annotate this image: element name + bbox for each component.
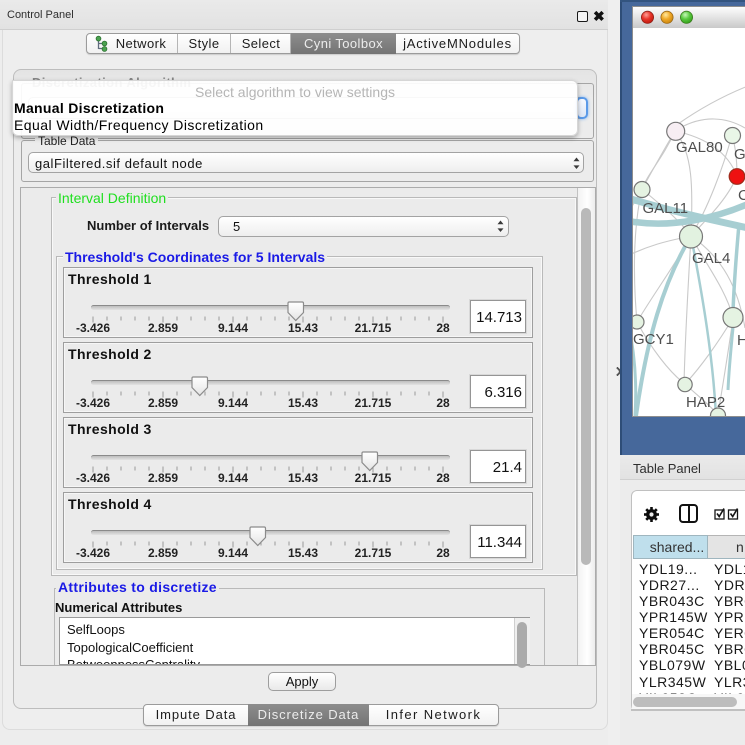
svg-text:H: H: [737, 332, 745, 349]
svg-text:GAL11: GAL11: [643, 200, 689, 217]
svg-text:GAL4: GAL4: [692, 250, 730, 267]
svg-text:C: C: [738, 187, 745, 204]
svg-text:GAL80: GAL80: [676, 139, 723, 156]
svg-text:GCY1: GCY1: [633, 331, 674, 348]
svg-text:HAP2: HAP2: [686, 394, 725, 411]
svg-text:GA: GA: [734, 146, 745, 163]
